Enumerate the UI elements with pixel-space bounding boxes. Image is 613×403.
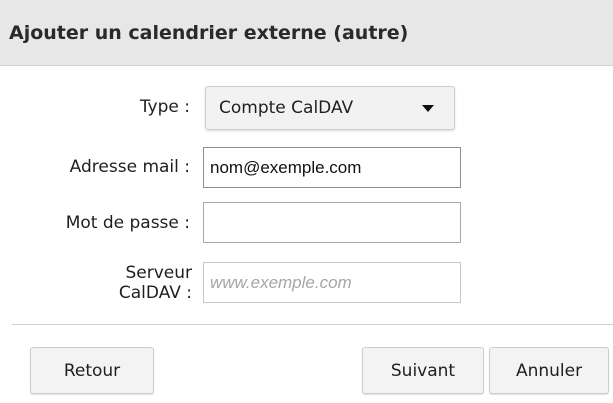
password-field[interactable] <box>203 202 461 243</box>
account-type-value: Compte CalDAV <box>219 98 354 118</box>
next-button[interactable]: Suivant <box>362 347 484 394</box>
account-type-select[interactable]: Compte CalDAV <box>205 86 455 130</box>
add-external-calendar-dialog: Ajouter un calendrier externe (autre) Ty… <box>0 0 613 403</box>
chevron-down-icon <box>422 105 434 112</box>
password-label: Mot de passe : <box>65 213 190 233</box>
dialog-title: Ajouter un calendrier externe (autre) <box>9 22 409 44</box>
type-label: Type : <box>139 97 190 117</box>
email-label: Adresse mail : <box>69 157 190 177</box>
cancel-button[interactable]: Annuler <box>489 347 609 394</box>
back-button[interactable]: Retour <box>30 347 154 394</box>
dialog-titlebar: Ajouter un calendrier externe (autre) <box>0 0 613 66</box>
caldav-server-field[interactable] <box>203 262 461 303</box>
footer-divider <box>12 324 613 325</box>
server-label: Serveur CalDAV : <box>118 263 192 303</box>
email-field[interactable] <box>203 147 461 188</box>
